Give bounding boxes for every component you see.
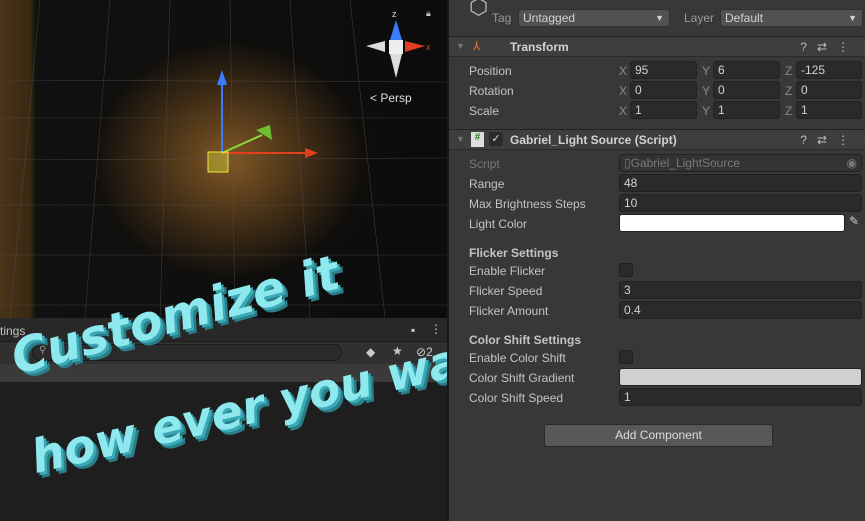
tag-value: Untagged <box>523 11 576 25</box>
rotation-y-field[interactable]: 0 <box>713 81 780 99</box>
scale-x-field[interactable]: 1 <box>630 101 697 119</box>
script-field[interactable]: ▯Gabriel_LightSource ◉ <box>619 154 862 172</box>
scale-y-field[interactable]: 1 <box>713 101 780 119</box>
flicker-amount-field[interactable]: 0.4 <box>619 301 862 319</box>
enable-flicker-checkbox[interactable] <box>619 263 633 277</box>
presets-icon: ⇄ <box>816 40 837 54</box>
object-picker-icon[interactable]: ◉ <box>847 156 857 170</box>
presets-icon: ⇄ <box>816 133 837 147</box>
max-brightness-label: Max Brightness Steps <box>469 197 586 211</box>
scene-grid: z x <box>0 0 447 318</box>
help-icon: ? <box>800 40 817 54</box>
flicker-amount-label: Flicker Amount <box>469 304 549 318</box>
gizmo-x-label: x <box>426 42 431 52</box>
gameobject-icon: ⬡ <box>469 0 489 19</box>
lock-icon[interactable]: ▪ <box>411 323 415 337</box>
color-shift-gradient-label: Color Shift Gradient <box>469 371 575 385</box>
transform-header[interactable]: ▼ ⅄ Transform ?⇄⋮ <box>449 36 865 57</box>
layer-value: Default <box>725 11 764 25</box>
scale-z-field[interactable]: 1 <box>796 101 862 119</box>
rotation-x-field[interactable]: 0 <box>630 81 697 99</box>
script-file-icon: ▯ <box>624 156 631 170</box>
transform-icon: ⅄ <box>473 39 481 53</box>
script-header[interactable]: ▼ # ✓ Gabriel_Light Source (Script) ?⇄⋮ <box>449 129 865 150</box>
color-shift-speed-field[interactable]: 1 <box>619 388 862 406</box>
rotation-z-field[interactable]: 0 <box>796 81 862 99</box>
persp-toggle[interactable]: < Persp <box>370 91 412 105</box>
x-label: X <box>619 104 628 118</box>
color-shift-settings-header: Color Shift Settings <box>469 333 581 347</box>
light-color-label: Light Color <box>469 217 528 231</box>
script-label: Script <box>469 157 500 171</box>
foldout-arrow-icon[interactable]: ▼ <box>456 134 465 144</box>
flicker-settings-header: Flicker Settings <box>469 246 559 260</box>
range-label: Range <box>469 177 505 191</box>
persp-label: Persp <box>380 91 412 105</box>
x-label: X <box>619 84 628 98</box>
flicker-speed-label: Flicker Speed <box>469 284 543 298</box>
enable-color-shift-label: Enable Color Shift <box>469 351 566 365</box>
component-actions[interactable]: ?⇄⋮ <box>800 133 859 147</box>
layer-dropdown[interactable]: Default ▼ <box>720 9 863 27</box>
tag-label: Tag <box>492 11 512 25</box>
color-shift-gradient-field[interactable] <box>619 368 862 386</box>
inspector-panel: ⬡ Tag Untagged ▼ Layer Default ▼ ▼ ⅄ Trans… <box>447 0 865 521</box>
enabled-checkbox[interactable]: ✓ <box>489 132 503 146</box>
rotation-label: Rotation <box>469 84 514 98</box>
eyedropper-icon[interactable]: ✎ <box>849 214 859 228</box>
y-label: Y <box>702 84 711 98</box>
gizmo-z-label: z <box>392 9 397 19</box>
chevron-down-icon: ▼ <box>655 13 664 23</box>
max-brightness-field[interactable]: 10 <box>619 194 862 212</box>
y-label: Y <box>702 104 711 118</box>
add-component-button[interactable]: Add Component <box>544 424 773 447</box>
position-z-field[interactable]: -125 <box>796 61 862 79</box>
foldout-arrow-icon[interactable]: ▼ <box>456 41 465 51</box>
z-label: Z <box>785 64 793 78</box>
range-field[interactable]: 48 <box>619 174 862 192</box>
component-actions[interactable]: ?⇄⋮ <box>800 40 859 54</box>
scale-label: Scale <box>469 104 500 118</box>
light-color-field[interactable] <box>619 214 845 232</box>
enable-color-shift-checkbox[interactable] <box>619 350 633 364</box>
more-menu-icon[interactable]: ⋮ <box>430 322 442 336</box>
more-menu-icon: ⋮ <box>837 40 859 54</box>
position-x-field[interactable]: 95 <box>630 61 697 79</box>
chevron-down-icon: ▼ <box>848 13 857 23</box>
script-value: Gabriel_LightSource <box>630 156 741 170</box>
tag-dropdown[interactable]: Untagged ▼ <box>518 9 670 27</box>
y-label: Y <box>702 64 711 78</box>
x-label: X <box>619 64 628 78</box>
script-title: Gabriel_Light Source (Script) <box>510 133 677 147</box>
transform-title: Transform <box>510 40 569 54</box>
lock-icon[interactable]: 🔒︎ <box>426 8 431 19</box>
z-label: Z <box>785 84 793 98</box>
flicker-speed-field[interactable]: 3 <box>619 281 862 299</box>
position-y-field[interactable]: 6 <box>713 61 780 79</box>
z-label: Z <box>785 104 793 118</box>
layer-label: Layer <box>684 11 715 25</box>
help-icon: ? <box>800 133 817 147</box>
position-label: Position <box>469 64 512 78</box>
move-gizmo <box>207 70 318 173</box>
enable-flicker-label: Enable Flicker <box>469 264 546 278</box>
orientation-gizmo: z x <box>366 9 431 78</box>
script-icon: # <box>471 132 484 147</box>
scene-view[interactable]: z x 🔒︎ < Persp <box>0 0 447 318</box>
color-shift-speed-label: Color Shift Speed <box>469 391 564 405</box>
more-menu-icon: ⋮ <box>837 133 859 147</box>
